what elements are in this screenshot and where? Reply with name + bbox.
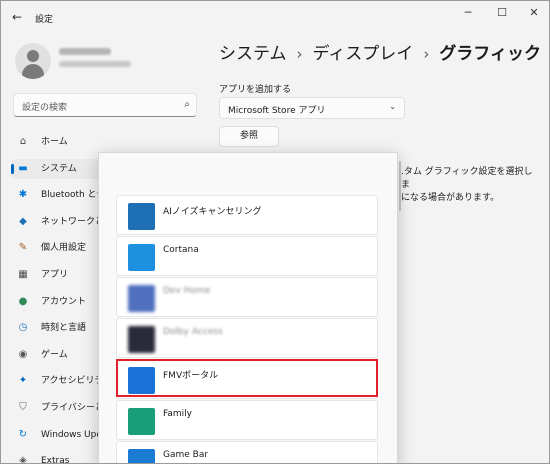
sidebar-item[interactable]: ⛉ プライバシーとセ bbox=[11, 398, 113, 418]
sidebar-item-label: 個人用設定 bbox=[41, 243, 87, 253]
account-icon: ● bbox=[18, 296, 28, 307]
sidebar-item-label: Bluetooth とデ bbox=[41, 190, 106, 200]
ai-noise-cancel-icon bbox=[128, 203, 155, 230]
description-line: .タム グラフィック設定を選択しま bbox=[401, 167, 533, 190]
description-text: .タム グラフィック設定を選択しま になる場合があります。 bbox=[401, 166, 533, 205]
family-icon bbox=[128, 408, 155, 435]
app-name: AIノイズキャンセリング bbox=[163, 207, 262, 217]
chevron-down-icon: ⌄ bbox=[389, 102, 396, 111]
system-icon: ▬ bbox=[18, 163, 28, 174]
list-item[interactable]: Game Bar bbox=[116, 441, 378, 463]
app-name: Family bbox=[163, 409, 192, 419]
sidebar-item-label: ホーム bbox=[41, 137, 68, 147]
search-placeholder: 設定の検索 bbox=[22, 103, 68, 113]
wifi-icon: ◆ bbox=[19, 216, 27, 227]
app-name: Game Bar bbox=[163, 450, 209, 460]
title-bar: ← 設定 ─ ☐ ✕ bbox=[1, 1, 549, 33]
app-type-dropdown[interactable]: Microsoft Store アプリ ⌄ bbox=[219, 97, 405, 119]
page-title: グラフィック bbox=[439, 44, 541, 64]
settings-window: ← 設定 ─ ☐ ✕ 設定の検索 ⌕ ⌂ ホーム ▬ システム ✱ Bluetooth と… bbox=[0, 0, 550, 464]
breadcrumb-display[interactable]: ディスプレイ bbox=[313, 44, 414, 64]
sidebar-item-label: Extras bbox=[41, 456, 70, 464]
brush-icon: ✎ bbox=[18, 242, 28, 253]
breadcrumb-system[interactable]: システム bbox=[219, 44, 287, 64]
sidebar-item[interactable]: ● アカウント bbox=[11, 292, 101, 312]
sidebar-item[interactable]: ▬ システム bbox=[11, 159, 101, 179]
sidebar-item-label: システム bbox=[41, 164, 77, 174]
breadcrumb-separator: › bbox=[296, 45, 303, 63]
profile-name-redacted bbox=[59, 48, 111, 55]
breadcrumb-separator: › bbox=[423, 45, 430, 63]
sidebar-item-label: ゲーム bbox=[41, 350, 68, 360]
sidebar-item[interactable]: ⌂ ホーム bbox=[11, 132, 101, 152]
list-item[interactable]: Dolby Access bbox=[116, 318, 378, 358]
search-icon: ⌕ bbox=[184, 99, 190, 110]
sidebar-item[interactable]: ✦ アクセシビリティ bbox=[11, 371, 112, 391]
list-item[interactable]: AIノイズキャンセリング bbox=[116, 195, 378, 235]
update-icon: ↻ bbox=[18, 429, 28, 440]
home-icon: ⌂ bbox=[19, 136, 27, 147]
game-bar-icon bbox=[128, 449, 155, 463]
list-item[interactable]: Family bbox=[116, 400, 378, 440]
app-type-value: Microsoft Store アプリ bbox=[228, 106, 326, 116]
sidebar-item[interactable]: ✎ 個人用設定 bbox=[11, 238, 101, 258]
apps-icon: ▦ bbox=[18, 269, 28, 280]
sidebar-item[interactable]: ✱ Bluetooth とデ bbox=[11, 185, 106, 205]
list-item[interactable]: Dev Home bbox=[116, 277, 378, 317]
minimize-icon[interactable]: ─ bbox=[453, 5, 483, 21]
app-name: Cortana bbox=[163, 245, 199, 255]
sidebar-item[interactable]: ◈ Extras bbox=[11, 451, 101, 464]
avatar-head bbox=[27, 50, 39, 62]
extras-icon: ◈ bbox=[19, 455, 27, 464]
sidebar-item[interactable]: ▦ アプリ bbox=[11, 265, 101, 285]
close-icon[interactable]: ✕ bbox=[519, 5, 549, 21]
search-input[interactable]: 設定の検索 ⌕ bbox=[13, 93, 197, 117]
fmv-portal-icon bbox=[128, 367, 155, 394]
list-item[interactable]: FMVポータル bbox=[116, 359, 378, 399]
sidebar-item[interactable]: ◷ 時刻と言語 bbox=[11, 318, 101, 338]
sidebar-item-label: アプリ bbox=[41, 270, 69, 280]
accessibility-icon: ✦ bbox=[18, 375, 28, 386]
app-picker-dialog: AIノイズキャンセリング Cortana Dev Home Dolby Access F… bbox=[98, 152, 398, 463]
sidebar-item[interactable]: ↻ Windows Upc bbox=[11, 425, 102, 445]
back-arrow-icon[interactable]: ← bbox=[9, 9, 25, 25]
sidebar-item-label: Windows Upc bbox=[41, 430, 102, 440]
browse-button[interactable]: 参照 bbox=[219, 126, 279, 147]
avatar[interactable] bbox=[15, 43, 51, 79]
avatar-body bbox=[22, 64, 44, 79]
sidebar-item[interactable]: ◉ ゲーム bbox=[11, 345, 101, 365]
dev-home-icon bbox=[128, 285, 155, 312]
sidebar-item[interactable]: ◆ ネットワークとイ bbox=[11, 212, 113, 232]
app-name: Dolby Access bbox=[163, 327, 223, 337]
app-name: FMVポータル bbox=[163, 371, 219, 381]
bluetooth-icon: ✱ bbox=[18, 189, 28, 200]
clock-language-icon: ◷ bbox=[18, 322, 28, 333]
shield-icon: ⛉ bbox=[19, 402, 27, 413]
profile-email-redacted bbox=[59, 61, 131, 67]
game-icon: ◉ bbox=[18, 349, 28, 360]
add-app-label: アプリを追加する bbox=[219, 85, 292, 95]
list-item[interactable]: Cortana bbox=[116, 236, 378, 276]
app-name: Dev Home bbox=[163, 286, 211, 296]
sidebar-item-label: 時刻と言語 bbox=[41, 323, 87, 333]
cortana-icon bbox=[128, 244, 155, 271]
window-title: 設定 bbox=[35, 15, 54, 25]
dolby-icon bbox=[128, 326, 155, 353]
description-line: になる場合があります。 bbox=[401, 193, 500, 203]
sidebar-item-label: アカウント bbox=[41, 297, 87, 307]
breadcrumb: システム › ディスプレイ › グラフィック bbox=[219, 39, 541, 64]
maximize-icon[interactable]: ☐ bbox=[487, 5, 517, 21]
